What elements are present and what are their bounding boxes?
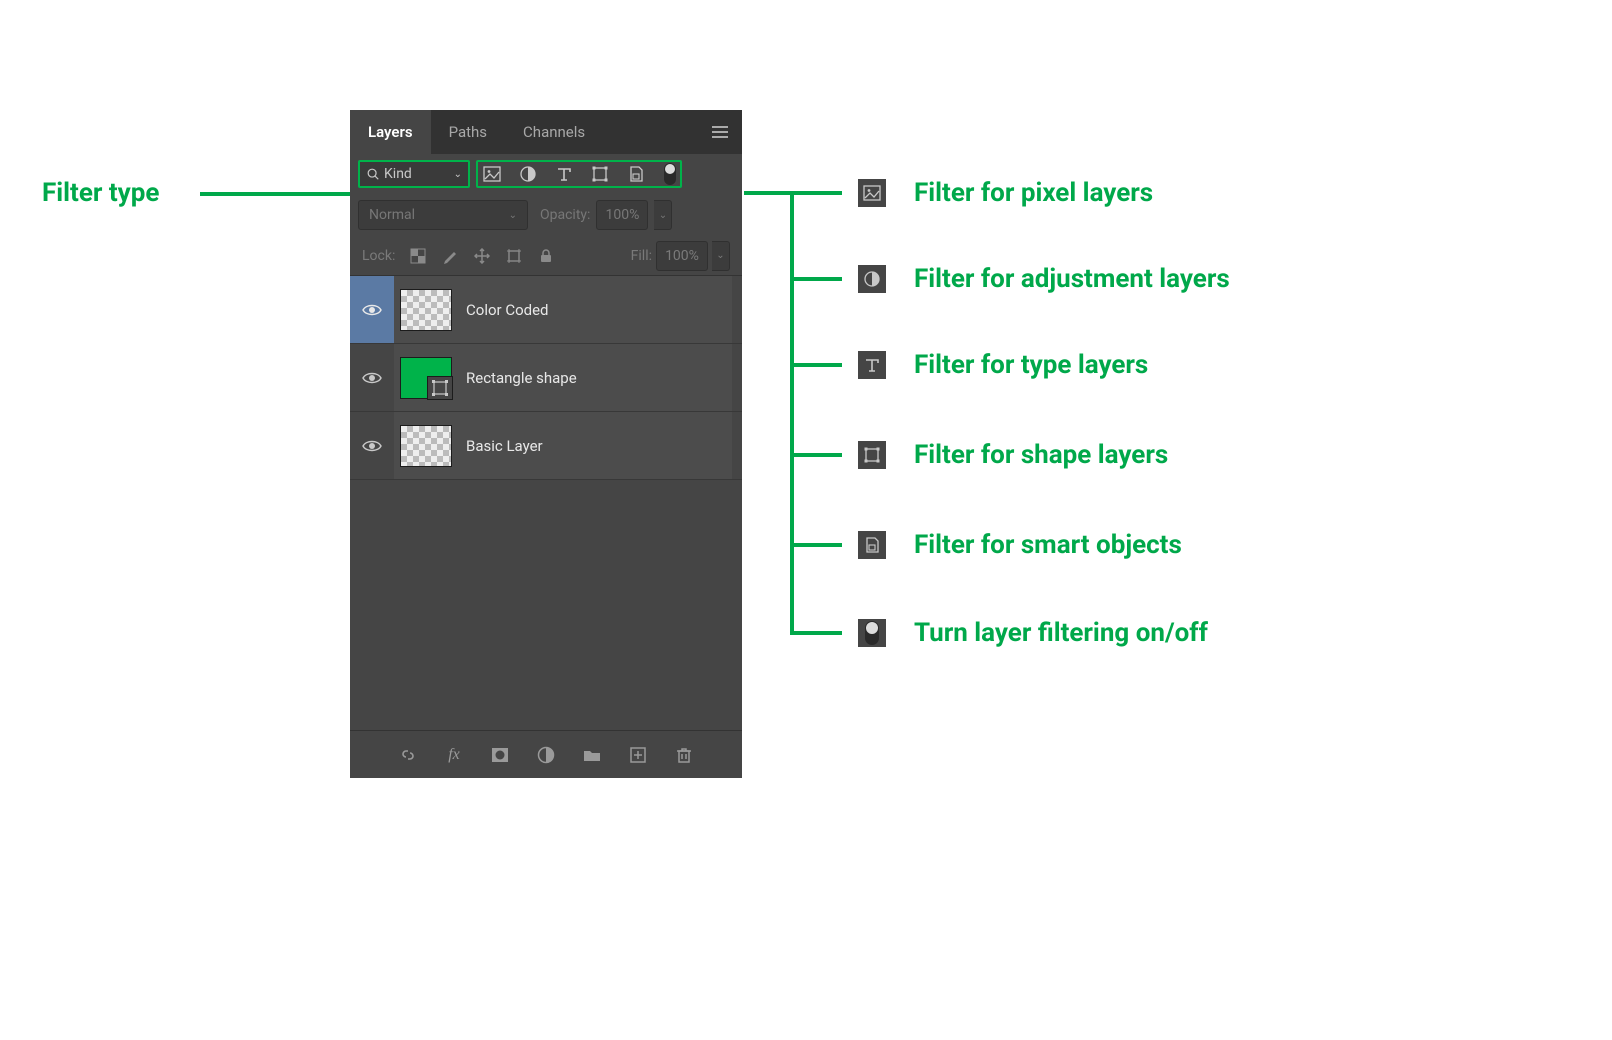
legend-label: Turn layer filtering on/off [914, 618, 1208, 648]
lock-artboard-icon[interactable] [505, 247, 523, 265]
layer-row[interactable]: Rectangle shape [350, 344, 742, 412]
filter-row: Kind ⌄ [350, 154, 742, 194]
legend-row-shape: Filter for shape layers [790, 440, 1168, 470]
filter-type-icon[interactable] [554, 164, 574, 184]
lock-pixels-icon[interactable] [441, 247, 459, 265]
fill-label: Fill: [631, 248, 652, 264]
layer-name[interactable]: Rectangle shape [466, 369, 577, 387]
shape-badge-icon [430, 379, 450, 397]
annotation-line [790, 363, 842, 367]
eye-icon [362, 439, 382, 453]
filter-pixel-icon[interactable] [482, 164, 502, 184]
annotation-vertical-line [790, 191, 794, 631]
legend-type-icon [858, 351, 886, 379]
panel-bottom-bar: fx [350, 730, 742, 778]
legend-label: Filter for smart objects [914, 530, 1182, 560]
visibility-toggle[interactable] [350, 344, 394, 411]
layer-thumbnail [400, 289, 452, 331]
lock-row: Lock: Fill: 100% ⌄ [350, 236, 742, 276]
legend-label: Filter for pixel layers [914, 178, 1153, 208]
legend-row-toggle: Turn layer filtering on/off [790, 618, 1208, 648]
visibility-toggle[interactable] [350, 276, 394, 343]
legend-label: Filter for shape layers [914, 440, 1168, 470]
delete-layer-icon[interactable] [673, 744, 695, 766]
filter-icon-group [476, 160, 682, 188]
fill-input[interactable]: 100% [656, 241, 708, 271]
filter-adjustment-icon[interactable] [518, 164, 538, 184]
annotation-line-left [200, 192, 355, 196]
legend-shape-icon [858, 441, 886, 469]
filter-smartobject-icon[interactable] [626, 164, 646, 184]
legend-row-pixel: Filter for pixel layers [790, 178, 1153, 208]
tab-paths[interactable]: Paths [431, 110, 505, 154]
annotation-filter-type: Filter type [42, 178, 159, 208]
lock-all-icon[interactable] [537, 247, 555, 265]
legend-adjustment-icon [858, 265, 886, 293]
legend-smartobject-icon [858, 531, 886, 559]
opacity-flyout[interactable]: ⌄ [654, 200, 672, 230]
tab-layers[interactable]: Layers [350, 110, 431, 154]
lock-position-icon[interactable] [473, 247, 491, 265]
tab-channels[interactable]: Channels [505, 110, 603, 154]
blend-mode-value: Normal [369, 207, 415, 223]
layer-row[interactable]: Basic Layer [350, 412, 742, 480]
legend-label: Filter for type layers [914, 350, 1148, 380]
legend-pixel-icon [858, 179, 886, 207]
layer-thumbnail [400, 425, 452, 467]
layer-name[interactable]: Color Coded [466, 301, 549, 319]
filter-type-value: Kind [384, 166, 412, 182]
layer-name[interactable]: Basic Layer [466, 437, 543, 455]
panel-menu-icon[interactable] [698, 110, 742, 154]
lock-label: Lock: [362, 248, 395, 264]
eye-icon [362, 303, 382, 317]
eye-icon [362, 371, 382, 385]
new-layer-icon[interactable] [627, 744, 649, 766]
adjustment-layer-icon[interactable] [535, 744, 557, 766]
opacity-input[interactable]: 100% [596, 200, 648, 230]
legend-row-adjustment: Filter for adjustment layers [790, 264, 1230, 294]
layers-panel: Layers Paths Channels Kind ⌄ [350, 110, 742, 778]
layer-row[interactable]: Color Coded [350, 276, 742, 344]
fill-flyout[interactable]: ⌄ [712, 241, 730, 271]
filter-toggle-switch[interactable] [664, 163, 676, 185]
annotation-line [790, 631, 842, 635]
annotation-line [790, 543, 842, 547]
layers-list: Color Coded Rectangle shape Basic Layer [350, 276, 742, 730]
blend-row: Normal ⌄ Opacity: 100% ⌄ [350, 194, 742, 236]
layer-style-icon[interactable]: fx [443, 744, 465, 766]
new-group-icon[interactable] [581, 744, 603, 766]
legend-row-smartobject: Filter for smart objects [790, 530, 1182, 560]
annotation-connector-stub [744, 191, 794, 195]
layer-mask-icon[interactable] [489, 744, 511, 766]
chevron-down-icon: ⌄ [454, 169, 462, 180]
filter-type-dropdown[interactable]: Kind ⌄ [358, 160, 470, 188]
search-icon [366, 167, 380, 181]
lock-transparency-icon[interactable] [409, 247, 427, 265]
legend-row-type: Filter for type layers [790, 350, 1148, 380]
panel-tabs: Layers Paths Channels [350, 110, 742, 154]
legend-toggle-icon [858, 619, 886, 647]
link-layers-icon[interactable] [397, 744, 419, 766]
layer-thumbnail [400, 357, 452, 399]
filter-shape-icon[interactable] [590, 164, 610, 184]
opacity-label: Opacity: [540, 207, 590, 223]
visibility-toggle[interactable] [350, 412, 394, 479]
chevron-down-icon: ⌄ [509, 210, 517, 221]
annotation-line [790, 453, 842, 457]
annotation-line [790, 191, 842, 195]
annotation-line [790, 277, 842, 281]
legend-label: Filter for adjustment layers [914, 264, 1230, 294]
blend-mode-dropdown[interactable]: Normal ⌄ [358, 200, 528, 230]
